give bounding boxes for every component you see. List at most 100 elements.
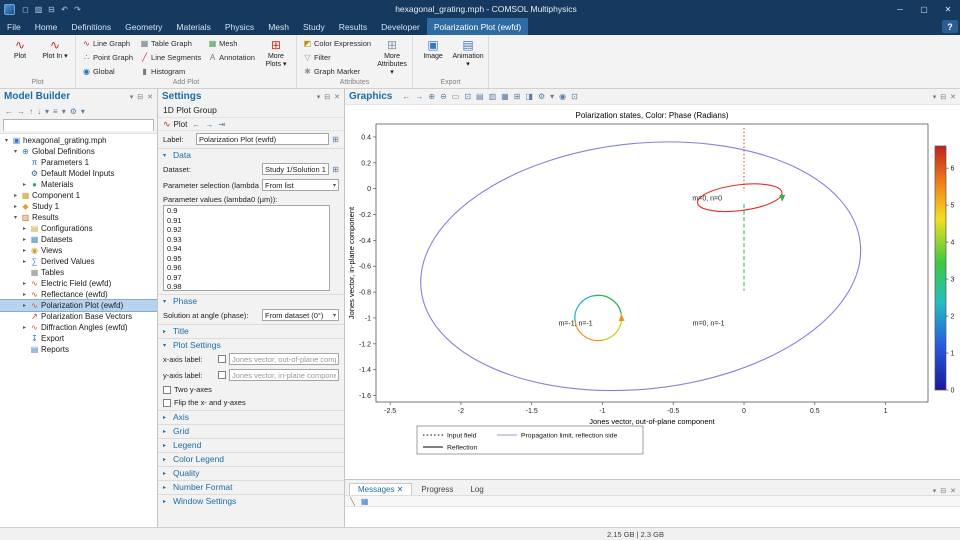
- scene-settings-dropdown-icon[interactable]: ▾: [550, 92, 554, 101]
- line-segments-button[interactable]: ╱Line Segments: [138, 51, 203, 64]
- parameter-value-item[interactable]: 0.98: [164, 282, 329, 291]
- y-axis-label-input[interactable]: [229, 369, 339, 381]
- tree-item-reports[interactable]: ▤Reports: [0, 344, 157, 355]
- parameter-value-item[interactable]: 0.9: [164, 206, 329, 216]
- open-file-icon[interactable]: ▨: [32, 5, 45, 14]
- tab-progress[interactable]: Progress: [413, 484, 461, 495]
- expand-icon[interactable]: ▸: [21, 291, 28, 298]
- expand-icon[interactable]: ▸: [12, 203, 19, 210]
- tab-polarization-plot-ewfd[interactable]: Polarization Plot (ewfd): [427, 18, 528, 35]
- tree-settings-icon[interactable]: ⚙: [70, 107, 77, 116]
- panel-close-icon[interactable]: ✕: [147, 93, 153, 101]
- zoom-in-icon[interactable]: ⊕: [428, 92, 435, 101]
- color-expression-button[interactable]: ◩Color Expression: [301, 37, 373, 50]
- polarization-plot[interactable]: Polarization states, Color: Phase (Radia…: [345, 110, 955, 468]
- previous-view-icon[interactable]: ←: [402, 92, 410, 101]
- view-layout-icon[interactable]: ▦: [501, 92, 509, 101]
- dataset-options-icon[interactable]: ⊞: [332, 165, 339, 174]
- undo-icon[interactable]: ↶: [58, 5, 71, 14]
- new-file-icon[interactable]: ◻: [19, 5, 32, 14]
- mesh-button[interactable]: ▦Mesh: [206, 37, 257, 50]
- tab-messages[interactable]: Messages ✕: [349, 483, 412, 495]
- tree-item-parameters-1[interactable]: πParameters 1: [0, 157, 157, 168]
- tree-item-polarization-base-vectors[interactable]: ↗Polarization Base Vectors: [0, 311, 157, 322]
- tree-item-global-definitions[interactable]: ▾⊕Global Definitions: [0, 146, 157, 157]
- collapse-icon[interactable]: ▾: [3, 137, 10, 144]
- section-data-header[interactable]: ▾ Data: [158, 148, 344, 161]
- panel-float-icon[interactable]: ⊟: [940, 487, 946, 495]
- expand-icon[interactable]: ▸: [21, 247, 28, 254]
- next-plot-icon[interactable]: →: [205, 120, 213, 129]
- parameter-value-item[interactable]: 0.97: [164, 273, 329, 283]
- tree-item-polarization-plot-ewfd[interactable]: ▸∿Polarization Plot (ewfd): [0, 300, 157, 311]
- phase-angle-select[interactable]: From dataset (0°) ▾: [262, 309, 339, 321]
- panel-float-icon[interactable]: ⊟: [137, 93, 143, 101]
- more-attributes-button[interactable]: ⊞More Attributes ▾: [376, 37, 408, 77]
- plot-button[interactable]: ∿Plot: [4, 37, 36, 61]
- histogram-button[interactable]: ▮Histogram: [138, 65, 203, 78]
- menu-home[interactable]: Home: [28, 18, 65, 35]
- panel-menu-icon[interactable]: ▾: [317, 93, 321, 101]
- graph-marker-button[interactable]: ✱Graph Marker: [301, 65, 373, 78]
- menu-materials[interactable]: Materials: [169, 18, 217, 35]
- redo-icon[interactable]: ↷: [71, 5, 84, 14]
- expand-icon[interactable]: ▸: [21, 302, 28, 309]
- section-title-header[interactable]: ▸ Title: [158, 324, 344, 337]
- line-graph-button[interactable]: ∿Line Graph: [80, 37, 135, 50]
- section-number-format-header[interactable]: ▸Number Format: [158, 480, 344, 493]
- section-legend-header[interactable]: ▸Legend: [158, 438, 344, 451]
- parameter-value-item[interactable]: 0.93: [164, 235, 329, 245]
- expand-icon[interactable]: ▸: [21, 258, 28, 265]
- tree-item-export[interactable]: ↧Export: [0, 333, 157, 344]
- section-axis-header[interactable]: ▸Axis: [158, 410, 344, 423]
- image-button[interactable]: ▣Image: [417, 37, 449, 61]
- section-plot-settings-header[interactable]: ▾ Plot Settings: [158, 338, 344, 351]
- back-icon[interactable]: ←: [5, 107, 13, 116]
- panel-menu-icon[interactable]: ▾: [130, 93, 134, 101]
- tree-item-electric-field-ewfd[interactable]: ▸∿Electric Field (ewfd): [0, 278, 157, 289]
- panel-float-icon[interactable]: ⊟: [940, 93, 946, 101]
- collapse-icon[interactable]: ▾: [12, 214, 19, 221]
- animation-button[interactable]: ▤Animation ▾: [452, 37, 484, 69]
- tree-item-hexagonal-grating-mph[interactable]: ▾▣hexagonal_grating.mph: [0, 135, 157, 146]
- menu-physics[interactable]: Physics: [218, 18, 261, 35]
- parameter-values-list[interactable]: 0.90.910.920.930.940.950.960.970.98: [163, 205, 330, 291]
- forward-icon[interactable]: →: [17, 107, 25, 116]
- tree-item-results[interactable]: ▾▥Results: [0, 212, 157, 223]
- two-y-axes-checkbox[interactable]: [163, 386, 171, 394]
- global-button[interactable]: ◉Global: [80, 65, 135, 78]
- transparency-icon[interactable]: ◨: [525, 92, 533, 101]
- move-up-icon[interactable]: ↑: [29, 107, 33, 116]
- settings-dropdown-icon[interactable]: ▾: [81, 107, 85, 116]
- plot-area[interactable]: Polarization states, Color: Phase (Radia…: [345, 104, 960, 479]
- expand-icon[interactable]: ▸: [21, 181, 28, 188]
- tree-item-configurations[interactable]: ▸▤Configurations: [0, 223, 157, 234]
- menu-file[interactable]: File: [0, 18, 28, 35]
- more-plots-button[interactable]: ⊞More Plots ▾: [260, 37, 292, 69]
- section-window-settings-header[interactable]: ▸Window Settings: [158, 494, 344, 507]
- collapse-icon[interactable]: ▾: [12, 148, 19, 155]
- panel-close-icon[interactable]: ✕: [950, 93, 956, 101]
- point-graph-button[interactable]: ∴Point Graph: [80, 51, 135, 64]
- filter-button[interactable]: ▽Filter: [301, 51, 373, 64]
- dataset-select[interactable]: Study 1/Solution 1 ▾: [262, 163, 329, 175]
- plot-in-button[interactable]: ∿Plot In ▾: [39, 37, 71, 61]
- nodes-menu-icon[interactable]: ▾: [62, 107, 66, 116]
- minimize-button[interactable]: ─: [888, 5, 912, 14]
- tree-item-derived-values[interactable]: ▸∑Derived Values: [0, 256, 157, 267]
- tree-item-component-1[interactable]: ▸▦Component 1: [0, 190, 157, 201]
- menu-results[interactable]: Results: [332, 18, 374, 35]
- show-menu-icon[interactable]: ▾: [45, 107, 49, 116]
- panel-menu-icon[interactable]: ▾: [933, 93, 937, 101]
- add-view-icon[interactable]: ⊞: [514, 92, 521, 101]
- menu-mesh[interactable]: Mesh: [261, 18, 296, 35]
- panel-close-icon[interactable]: ✕: [950, 487, 956, 495]
- annotation-button[interactable]: AAnnotation: [206, 51, 257, 64]
- parameter-value-item[interactable]: 0.91: [164, 216, 329, 226]
- section-quality-header[interactable]: ▸Quality: [158, 466, 344, 479]
- tree-nodes-icon[interactable]: ≡: [53, 107, 58, 116]
- zoom-out-icon[interactable]: ⊖: [440, 92, 447, 101]
- parameter-value-item[interactable]: 0.95: [164, 254, 329, 264]
- previous-plot-icon[interactable]: ←: [192, 120, 200, 129]
- panel-float-icon[interactable]: ⊟: [324, 93, 330, 101]
